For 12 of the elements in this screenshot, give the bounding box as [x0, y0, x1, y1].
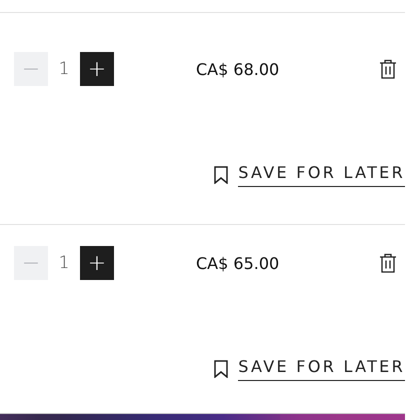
quantity-value: 1 [58, 59, 70, 79]
save-for-later-link[interactable]: SAVE FOR LATER [238, 163, 405, 187]
item-price: CA$ 65.00 [196, 254, 280, 272]
trash-icon[interactable] [379, 253, 397, 273]
save-for-later-link[interactable]: SAVE FOR LATER [238, 357, 405, 381]
item-price: CA$ 68.00 [196, 60, 280, 78]
bookmark-icon[interactable] [214, 166, 228, 184]
bookmark-icon[interactable] [214, 360, 228, 378]
quantity-value: 1 [58, 253, 70, 273]
trash-icon[interactable] [379, 59, 397, 79]
increase-button[interactable]: + [80, 52, 114, 86]
increase-button[interactable]: + [80, 246, 114, 280]
